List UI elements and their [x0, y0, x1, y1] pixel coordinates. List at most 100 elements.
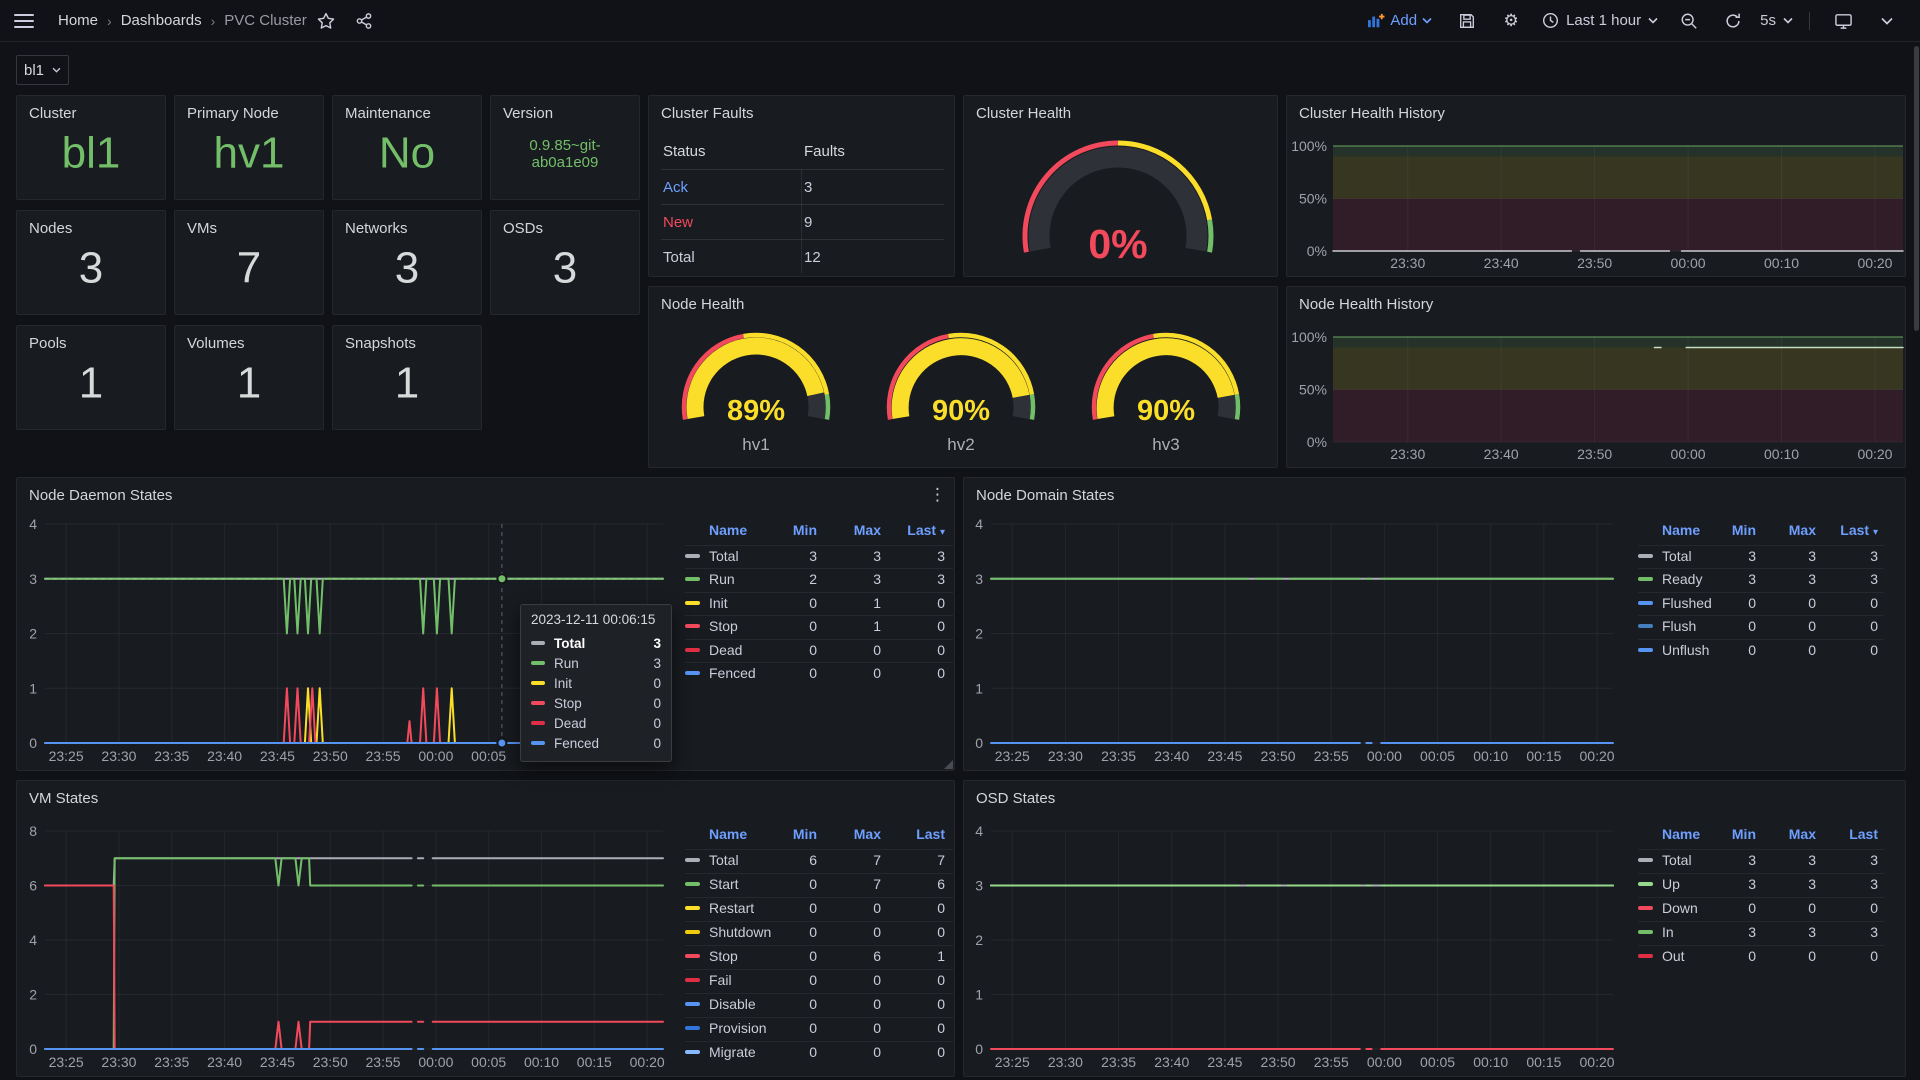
variable-value: bl1: [24, 62, 44, 79]
series-color-dash: [531, 741, 545, 745]
svg-text:2: 2: [29, 987, 37, 1003]
panel-resize-handle[interactable]: [944, 760, 953, 769]
legend-row-fenced[interactable]: Fenced 000: [685, 665, 953, 681]
time-range-picker[interactable]: Last 1 hour: [1542, 12, 1658, 29]
stat-panel-volumes: Volumes 1: [174, 325, 324, 430]
breadcrumb-dashboards[interactable]: Dashboards: [121, 12, 202, 29]
add-panel-button[interactable]: Add: [1367, 12, 1432, 29]
svg-text:23:50: 23:50: [1577, 446, 1612, 462]
series-color-dash: [1638, 882, 1653, 886]
svg-text:00:00: 00:00: [1367, 1054, 1402, 1070]
series-color-dash: [685, 624, 700, 628]
save-dashboard-icon[interactable]: [1456, 10, 1478, 32]
stat-value: 3: [17, 243, 165, 294]
legend-row-total[interactable]: Total 333: [685, 548, 953, 564]
scrollbar-thumb[interactable]: [1914, 46, 1919, 331]
legend-row-up[interactable]: Up 333: [1638, 876, 1884, 892]
legend-col-name[interactable]: Name: [709, 522, 747, 538]
svg-text:23:50: 23:50: [1261, 748, 1296, 764]
chart-tooltip: 2023-12-11 00:06:15 Total 3 Run 3 Init 0…: [520, 604, 672, 762]
svg-text:23:50: 23:50: [313, 1054, 348, 1070]
tooltip-row-init: Init 0: [531, 673, 661, 693]
series-color-dash: [1638, 906, 1653, 910]
legend-row-migrate[interactable]: Migrate 000: [685, 1044, 953, 1060]
legend-row-total[interactable]: Total 677: [685, 852, 953, 868]
chevron-down-icon[interactable]: [1876, 10, 1898, 32]
faults-row-new: New 9: [663, 205, 942, 240]
legend-row-stop[interactable]: Stop 061: [685, 948, 953, 964]
stat-title[interactable]: Maintenance: [345, 105, 431, 122]
svg-text:00:10: 00:10: [1764, 255, 1799, 271]
variable-dropdown-cluster[interactable]: bl1: [16, 55, 69, 85]
tooltip-row-total: Total 3: [531, 633, 661, 653]
series-name: Total: [1662, 548, 1692, 564]
stat-title[interactable]: VMs: [187, 220, 217, 237]
cluster-health-history-chart[interactable]: 0%50%100%23:3023:4023:5000:0000:1000:20: [1287, 96, 1907, 278]
legend-col-name[interactable]: Name: [1662, 522, 1700, 538]
legend-row-provision[interactable]: Provision 000: [685, 1020, 953, 1036]
node-health-gauges[interactable]: 89%hv190%hv290%hv3: [649, 287, 1279, 469]
series-name: Out: [1662, 948, 1685, 964]
tv-kiosk-icon[interactable]: [1832, 10, 1854, 32]
svg-text:00:00: 00:00: [1367, 748, 1402, 764]
stat-title[interactable]: Nodes: [29, 220, 72, 237]
stat-title[interactable]: Primary Node: [187, 105, 279, 122]
stat-title[interactable]: Volumes: [187, 335, 245, 352]
svg-text:00:20: 00:20: [1857, 255, 1892, 271]
legend-row-fail[interactable]: Fail 000: [685, 972, 953, 988]
panel-title[interactable]: Cluster Faults: [661, 105, 754, 122]
stat-title[interactable]: Snapshots: [345, 335, 416, 352]
legend-row-ready[interactable]: Ready 333: [1638, 571, 1884, 587]
settings-gear-icon[interactable]: ⚙: [1500, 10, 1522, 32]
legend-row-down[interactable]: Down 000: [1638, 900, 1884, 916]
legend-row-stop[interactable]: Stop 010: [685, 618, 953, 634]
star-icon[interactable]: [315, 10, 337, 32]
legend-row-dead[interactable]: Dead 000: [685, 642, 953, 658]
series-name: Fail: [709, 972, 732, 988]
svg-text:00:15: 00:15: [1526, 1054, 1561, 1070]
svg-text:00:10: 00:10: [524, 1054, 559, 1070]
stat-title[interactable]: Pools: [29, 335, 67, 352]
faults-col-faults[interactable]: Faults: [804, 143, 845, 160]
series-color-dash: [531, 641, 545, 645]
legend-row-shutdown[interactable]: Shutdown 000: [685, 924, 953, 940]
legend-row-run[interactable]: Run 233: [685, 571, 953, 587]
faults-col-status[interactable]: Status: [663, 143, 804, 160]
svg-text:1: 1: [29, 680, 37, 696]
legend-row-in[interactable]: In 333: [1638, 924, 1884, 940]
chevron-down-icon: [1783, 17, 1793, 24]
svg-text:23:35: 23:35: [154, 1054, 189, 1070]
menu-icon[interactable]: [14, 14, 34, 28]
legend-row-total[interactable]: Total 333: [1638, 548, 1884, 564]
breadcrumb-home[interactable]: Home: [58, 12, 98, 29]
legend-row-flush[interactable]: Flush 000: [1638, 618, 1884, 634]
svg-text:90%: 90%: [932, 395, 990, 427]
stat-title[interactable]: Networks: [345, 220, 408, 237]
legend-row-total[interactable]: Total 333: [1638, 852, 1884, 868]
cluster-health-gauge[interactable]: 0%: [964, 96, 1279, 278]
tooltip-series-value: 0: [653, 736, 661, 751]
legend-row-disable[interactable]: Disable 000: [685, 996, 953, 1012]
legend-row-restart[interactable]: Restart 000: [685, 900, 953, 916]
stat-panel-nodes: Nodes 3: [16, 210, 166, 315]
stat-title[interactable]: OSDs: [503, 220, 543, 237]
legend-row-unflush[interactable]: Unflush 000: [1638, 642, 1884, 658]
svg-text:89%: 89%: [727, 395, 785, 427]
legend-row-init[interactable]: Init 010: [685, 595, 953, 611]
series-color-dash: [531, 721, 545, 725]
series-color-dash: [1638, 648, 1653, 652]
stat-title[interactable]: Version: [503, 105, 553, 122]
refresh-interval-picker[interactable]: 5s: [1760, 12, 1793, 29]
node-health-history-chart[interactable]: 0%50%100%23:3023:4023:5000:0000:1000:20: [1287, 287, 1907, 469]
zoom-out-icon[interactable]: [1678, 10, 1700, 32]
svg-text:23:35: 23:35: [154, 748, 189, 764]
legend-row-start[interactable]: Start 076: [685, 876, 953, 892]
stat-title[interactable]: Cluster: [29, 105, 77, 122]
legend-col-name[interactable]: Name: [1662, 826, 1700, 842]
legend-row-out[interactable]: Out 000: [1638, 948, 1884, 964]
svg-text:23:55: 23:55: [1314, 748, 1349, 764]
refresh-icon[interactable]: [1722, 10, 1744, 32]
legend-row-flushed[interactable]: Flushed 000: [1638, 595, 1884, 611]
legend-col-name[interactable]: Name: [709, 826, 747, 842]
share-icon[interactable]: [353, 10, 375, 32]
